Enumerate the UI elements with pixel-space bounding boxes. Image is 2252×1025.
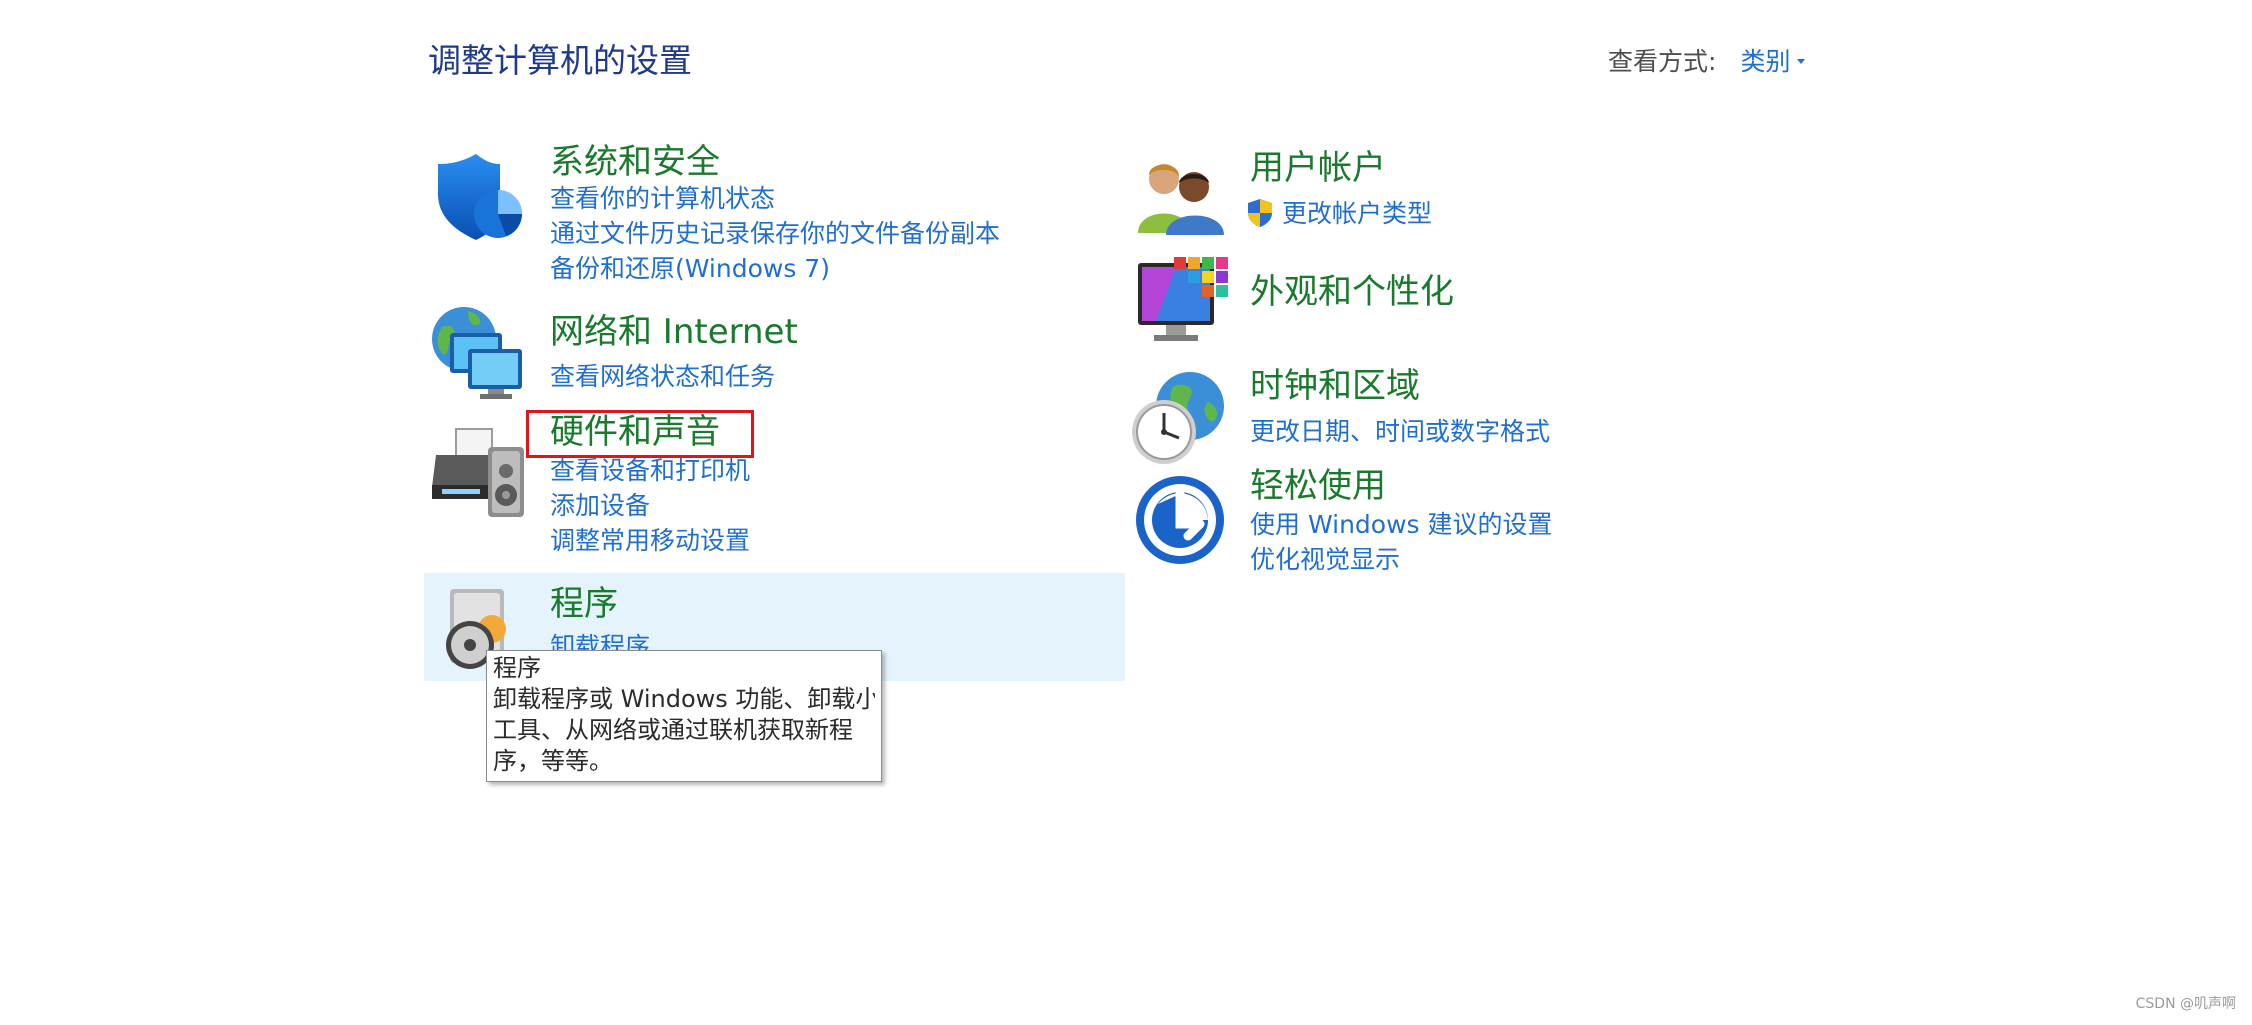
view-by-dropdown[interactable]: 类别 [1740, 42, 1790, 78]
link-file-history-backup[interactable]: 通过文件历史记录保存你的文件备份副本 [550, 217, 1000, 251]
page-title: 调整计算机的设置 [428, 41, 692, 80]
uac-shield-icon [1248, 199, 1272, 227]
tooltip-line: 卸载程序或 Windows 功能、卸载小 [493, 685, 875, 713]
watermark: CSDN @叽声啊 [2135, 996, 2236, 1012]
users-icon[interactable] [1136, 155, 1226, 235]
shield-icon[interactable] [432, 150, 526, 244]
link-network-status-tasks[interactable]: 查看网络状态和任务 [550, 360, 775, 394]
printer-speaker-icon[interactable] [430, 425, 528, 521]
category-title-appearance[interactable]: 外观和个性化 [1250, 270, 1454, 314]
category-title-system-security[interactable]: 系统和安全 [550, 140, 720, 184]
category-title-network-internet[interactable]: 网络和 Internet [550, 310, 798, 354]
link-optimize-visual-display[interactable]: 优化视觉显示 [1250, 543, 1400, 577]
clock-globe-icon[interactable] [1130, 368, 1230, 468]
ease-of-access-icon[interactable] [1134, 474, 1226, 566]
category-title-programs[interactable]: 程序 [550, 582, 618, 626]
tooltip-line: 序，等等。 [493, 747, 613, 775]
programs-tooltip: 程序 卸载程序或 Windows 功能、卸载小 工具、从网络或通过联机获取新程 … [486, 650, 882, 782]
dropdown-caret-icon[interactable] [1797, 58, 1806, 64]
category-title-clock-region[interactable]: 时钟和区域 [1250, 364, 1420, 408]
view-by-label: 查看方式: [1608, 47, 1717, 76]
link-change-date-time-format[interactable]: 更改日期、时间或数字格式 [1250, 415, 1550, 449]
link-mobility-settings[interactable]: 调整常用移动设置 [550, 524, 750, 558]
link-windows-recommended-settings[interactable]: 使用 Windows 建议的设置 [1250, 508, 1553, 542]
monitor-personalization-icon[interactable] [1136, 255, 1230, 349]
view-by-control: 查看方式: 类别 [1608, 42, 1806, 78]
link-backup-restore-win7[interactable]: 备份和还原(Windows 7) [550, 252, 830, 286]
link-devices-printers[interactable]: 查看设备和打印机 [550, 454, 750, 488]
category-title-user-accounts[interactable]: 用户帐户 [1250, 146, 1386, 190]
link-change-account-type[interactable]: 更改帐户类型 [1282, 197, 1432, 231]
network-globe-icon[interactable] [428, 305, 528, 403]
link-view-computer-status[interactable]: 查看你的计算机状态 [550, 182, 775, 216]
annotation-highlight-box [526, 410, 754, 458]
category-title-ease-of-access[interactable]: 轻松使用 [1250, 464, 1386, 508]
tooltip-line: 工具、从网络或通过联机获取新程 [493, 716, 853, 744]
link-uninstall-program[interactable]: 卸载程序 [550, 630, 650, 652]
link-add-device[interactable]: 添加设备 [550, 489, 650, 523]
tooltip-title: 程序 [493, 654, 541, 682]
